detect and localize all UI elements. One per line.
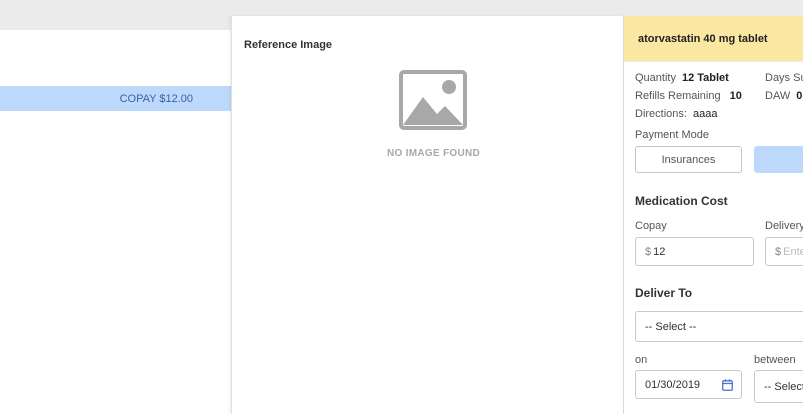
deliver-to-title: Deliver To (635, 286, 693, 300)
quantity-label: Quantity (635, 72, 676, 84)
medication-name: atorvastatin 40 mg tablet (638, 32, 768, 45)
reference-image-panel: Reference Image NO IMAGE FOUND (231, 16, 624, 414)
between-value: -- Select (764, 380, 803, 393)
refills-value: 10 (729, 90, 742, 102)
delivery-label: Delivery (765, 220, 803, 232)
on-label: on (635, 354, 648, 366)
delivery-date-value: 01/30/2019 (645, 378, 701, 391)
calendar-icon[interactable] (722, 379, 733, 391)
refills-row: Refills Remaining 10 (635, 90, 742, 102)
copay-amount: COPAY $12.00 (119, 92, 193, 105)
delivery-placeholder: Enter (783, 245, 803, 258)
delivery-currency: $ (775, 245, 782, 258)
between-select[interactable]: -- Select (754, 370, 803, 403)
list-item-selected[interactable]: COPAY $12.00 (0, 86, 231, 111)
deliver-to-value: -- Select -- (645, 320, 697, 333)
delivery-field[interactable]: $ Enter (765, 237, 803, 266)
directions-row: Directions: aaaa (635, 108, 717, 120)
no-image-text: NO IMAGE FOUND (386, 148, 481, 159)
daw-label: DAW (765, 90, 791, 102)
daw-value: 0 (796, 90, 803, 102)
payment-mode-label: Payment Mode (635, 129, 709, 141)
medication-detail-panel: atorvastatin 40 mg tablet Quantity 12 Tab… (623, 16, 803, 414)
image-placeholder-icon (399, 70, 467, 130)
insurances-button[interactable]: Insurances (635, 146, 742, 173)
days-supply-label: Days Sup (765, 72, 803, 84)
delivery-date-field[interactable]: 01/30/2019 (635, 370, 742, 399)
daw-row: DAW 0 (765, 90, 802, 102)
medication-name-header: atorvastatin 40 mg tablet (624, 16, 803, 62)
copay-currency: $ (645, 245, 652, 258)
self-pay-button[interactable]: Se (754, 146, 803, 173)
between-label: between (754, 354, 796, 366)
quantity-row: Quantity 12 Tablet (635, 72, 729, 84)
quantity-value: 12 Tablet (681, 72, 729, 84)
directions-label: Directions: (635, 108, 687, 120)
refills-label: Refills Remaining (635, 90, 721, 102)
deliver-to-select[interactable]: -- Select -- (635, 311, 803, 342)
directions-value: aaaa (692, 108, 718, 120)
copay-field[interactable]: $ 12 (635, 237, 754, 266)
reference-image-title: Reference Image (244, 39, 333, 51)
medication-cost-title: Medication Cost (635, 194, 728, 208)
copay-label: Copay (635, 220, 667, 232)
prescription-list-panel: COPAY $12.00 (0, 30, 231, 414)
copay-value: 12 (653, 245, 666, 258)
